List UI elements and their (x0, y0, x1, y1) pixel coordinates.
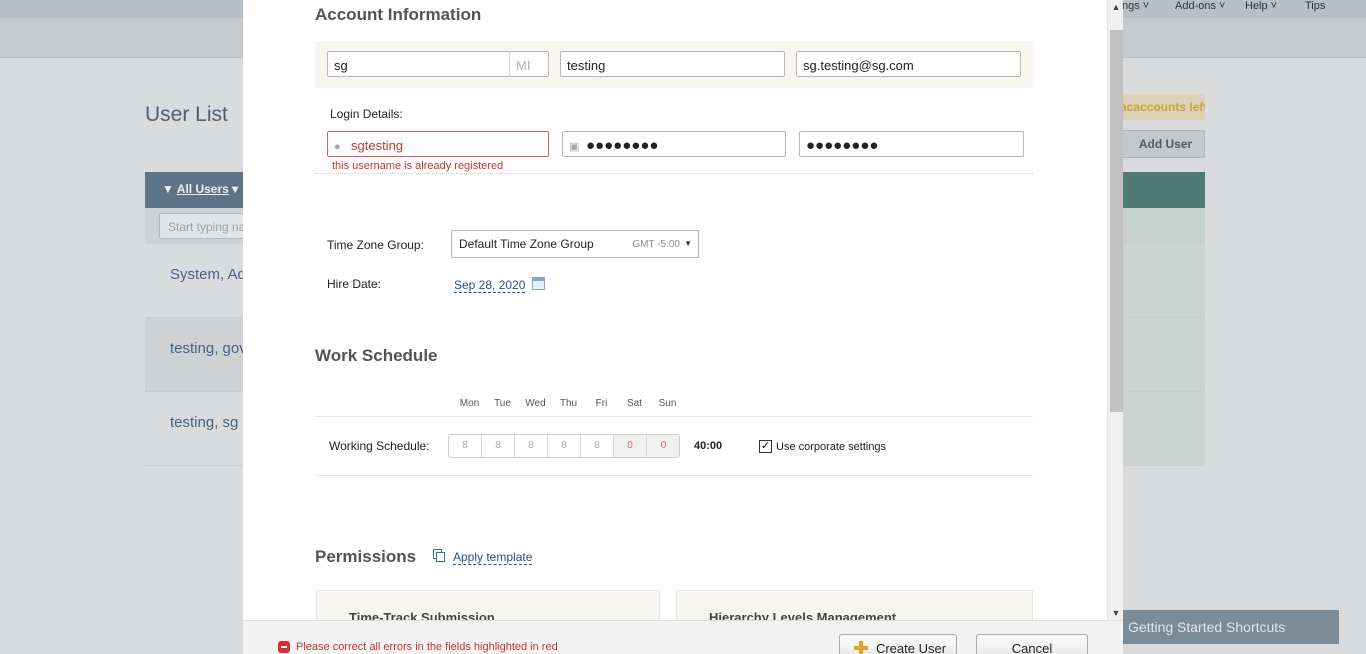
day-label: Sat (626, 398, 642, 409)
nav-addons[interactable]: Add-ons ˅ (1175, 0, 1225, 14)
hours-input-thu[interactable]: 8 (548, 435, 581, 457)
create-user-button[interactable]: Create User (839, 634, 957, 654)
password-field[interactable]: ▣ ●●●●●●●● (562, 131, 786, 157)
password-value: ●●●●●●●● (586, 137, 659, 154)
corporate-settings-label[interactable]: Use corporate settings (776, 441, 886, 453)
timezone-select[interactable]: Default Time Zone Group GMT -5:00 ▼ (451, 230, 699, 258)
scrollbar[interactable]: ▲ ▼ (1107, 0, 1123, 620)
scroll-up-arrow-icon[interactable]: ▲ (1108, 0, 1123, 14)
middle-initial-field[interactable]: MI (509, 51, 549, 77)
hours-input-tue[interactable]: 8 (482, 435, 515, 457)
day-label: Fri (595, 398, 608, 409)
chevron-down-icon: ▼ (684, 239, 692, 248)
day-label: Mon (459, 398, 480, 409)
nav-tips[interactable]: Tips (1305, 0, 1325, 14)
plus-icon (854, 641, 868, 654)
create-user-label: Create User (875, 641, 947, 654)
username-error-message: this username is already registered (332, 160, 504, 172)
hours-input-sat[interactable]: 0 (614, 435, 647, 457)
timezone-gmt: GMT -5:00 (632, 239, 680, 250)
hours-input-mon[interactable]: 8 (449, 435, 482, 457)
permissions-title: Permissions (315, 547, 417, 566)
add-user-dialog: ▲ ▼ Account Information sg MI testing sg… (243, 0, 1123, 654)
working-schedule-label: Working Schedule: (329, 439, 430, 453)
schedule-divider (315, 475, 1033, 476)
day-label: Thu (559, 398, 578, 409)
dialog-footer: Please correct all errors in the fields … (243, 620, 1123, 654)
accounts-left-badge: acaccounts left (1112, 94, 1205, 120)
all-users-filter[interactable]: ▼ All Users ▾ (162, 182, 238, 196)
getting-started-shortcuts[interactable]: Getting Started Shortcuts (1112, 610, 1339, 644)
hire-date-link[interactable]: Sep 28, 2020 (454, 278, 526, 293)
schedule-total: 40:00 (694, 440, 723, 452)
account-info-title: Account Information (315, 5, 482, 24)
first-name-field[interactable]: sg (327, 51, 510, 77)
working-schedule-inputs: 8 8 8 8 8 0 0 (448, 434, 680, 458)
add-user-button[interactable]: Add User (1112, 130, 1205, 158)
login-divider (315, 173, 1033, 174)
hours-input-sun[interactable]: 0 (647, 435, 679, 457)
error-icon (278, 641, 290, 653)
scroll-down-arrow-icon[interactable]: ▼ (1108, 606, 1123, 620)
cancel-button[interactable]: Cancel (976, 634, 1088, 654)
hours-input-wed[interactable]: 8 (515, 435, 548, 457)
login-details-label: Login Details: (330, 107, 403, 121)
confirm-password-value: ●●●●●●●● (806, 137, 879, 154)
schedule-divider (315, 416, 1033, 417)
form-error-message: Please correct all errors in the fields … (296, 641, 558, 653)
page-title: User List (145, 103, 228, 126)
confirm-password-field[interactable]: ●●●●●●●● (799, 131, 1024, 157)
calendar-icon[interactable] (532, 277, 545, 290)
scroll-thumb[interactable] (1110, 30, 1123, 412)
timezone-label: Time Zone Group: (327, 238, 424, 252)
day-label: Tue (494, 398, 511, 409)
copy-template-icon[interactable] (433, 549, 446, 562)
corporate-settings-checkbox[interactable]: ✓ (759, 440, 772, 453)
filter-icon: ▼ (162, 182, 174, 196)
user-name[interactable]: testing, gov (170, 340, 247, 357)
user-icon: ● (334, 141, 341, 153)
username-value: sgtesting (351, 138, 404, 153)
hours-input-fri[interactable]: 8 (581, 435, 614, 457)
lock-icon: ▣ (569, 141, 580, 153)
email-field[interactable]: sg.testing@sg.com (796, 51, 1021, 77)
timezone-value: Default Time Zone Group (459, 237, 594, 251)
day-label: Sun (658, 398, 677, 409)
apply-template-link[interactable]: Apply template (453, 550, 533, 565)
username-field[interactable]: ● sgtesting (327, 131, 549, 157)
work-schedule-title: Work Schedule (315, 346, 438, 365)
nav-help[interactable]: Help ˅ (1245, 0, 1277, 14)
user-name[interactable]: testing, sg (170, 414, 238, 431)
hire-date-label: Hire Date: (327, 277, 382, 291)
day-label: Wed (525, 398, 546, 409)
last-name-field[interactable]: testing (560, 51, 785, 77)
